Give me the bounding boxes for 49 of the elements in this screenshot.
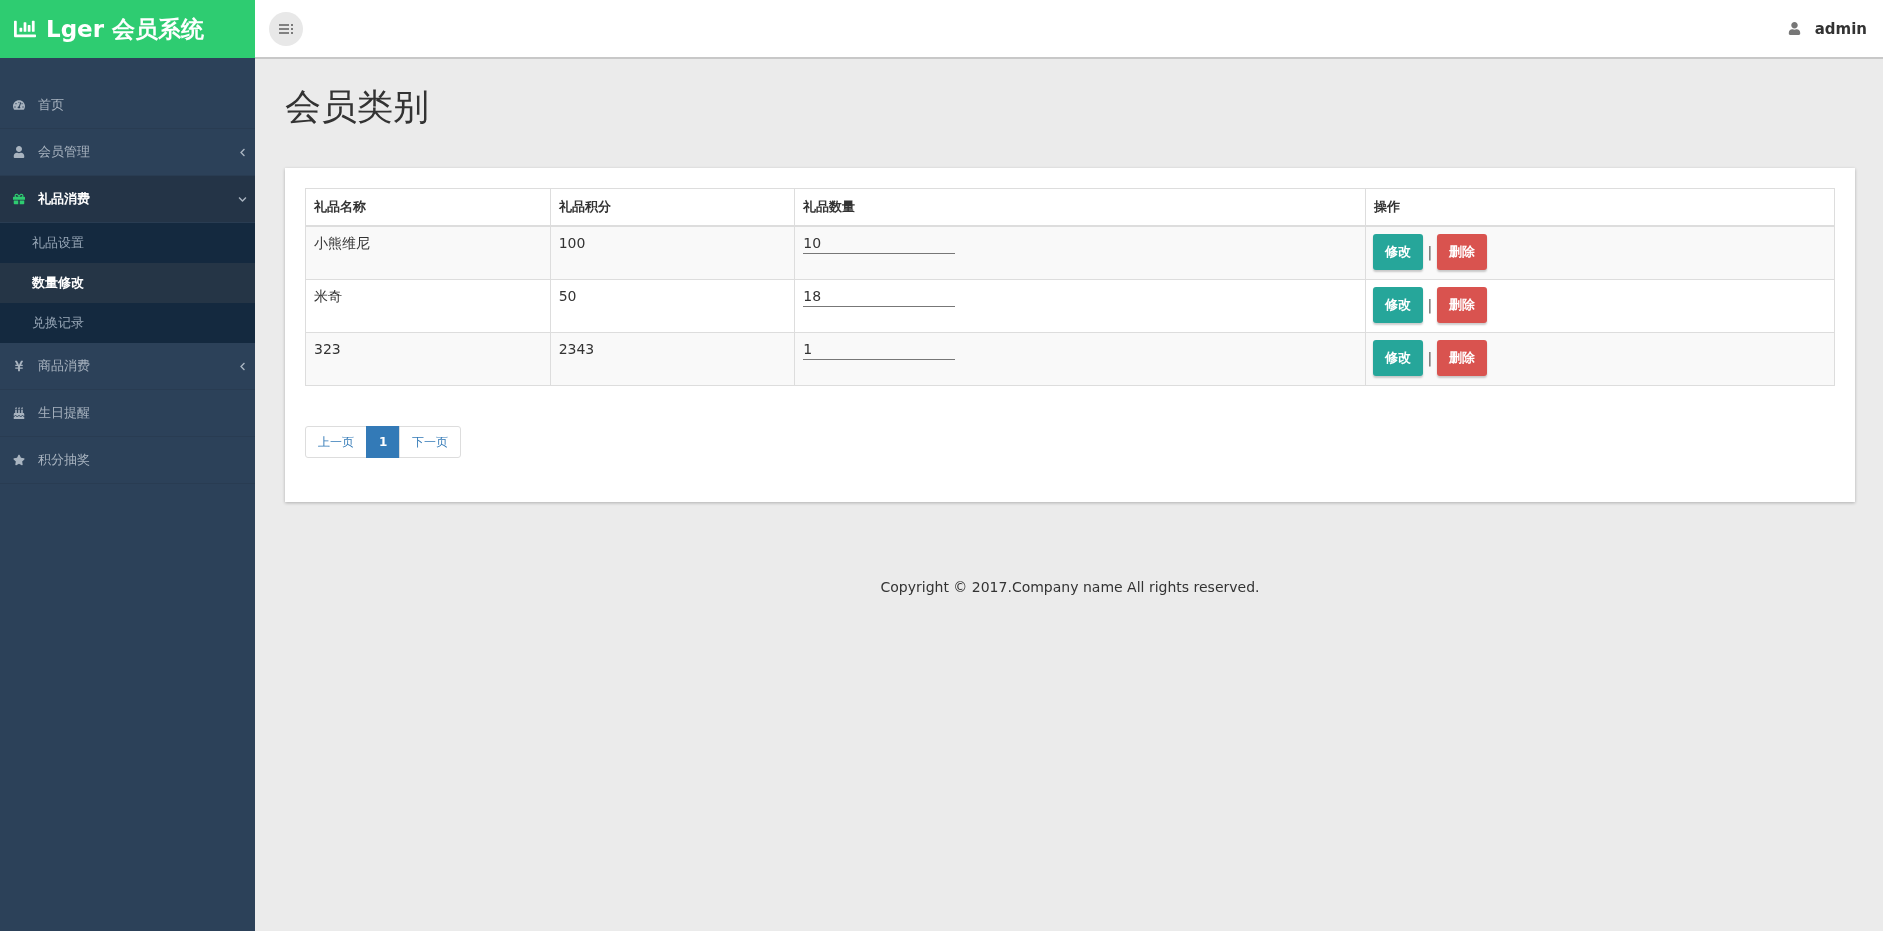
copyright-text: Copyright © 2017.Company name All rights reserved. — [879, 579, 1261, 595]
cake-icon — [12, 407, 26, 419]
prev-page-button[interactable]: 上一页 — [305, 426, 367, 458]
sidebar-label: 商品消费 — [38, 357, 91, 375]
sidebar-label: 礼品消费 — [38, 190, 91, 208]
sidebar-item[interactable]: 商品消费 — [0, 343, 255, 390]
menu-toggle-button[interactable] — [269, 11, 303, 46]
delete-button[interactable]: 删除 — [1437, 340, 1488, 376]
submenu-item[interactable]: 兑换记录 — [0, 303, 255, 343]
sidebar-label: 生日提醒 — [38, 404, 91, 422]
table-cell: 323 — [305, 332, 551, 386]
brand-title: Lger 会员系统 — [46, 14, 205, 44]
menu-icon — [279, 23, 293, 34]
table-cell: 小熊维尼 — [305, 226, 551, 280]
delete-button[interactable]: 删除 — [1437, 234, 1488, 270]
quantity-field[interactable]: 10 — [803, 235, 956, 254]
user-icon — [12, 146, 26, 158]
sidebar-label: 积分抽奖 — [38, 451, 91, 469]
edit-button[interactable]: 修改 — [1372, 287, 1423, 323]
dashboard-icon — [12, 99, 26, 111]
submenu-item[interactable]: 礼品设置 — [0, 223, 255, 263]
yen-icon — [12, 360, 26, 372]
bar-chart-icon — [14, 18, 36, 40]
sidebar-label: 首页 — [38, 96, 65, 114]
table-cell: 2343 — [550, 332, 795, 386]
separator: | — [1427, 297, 1433, 313]
delete-button[interactable]: 删除 — [1437, 287, 1488, 323]
sidebar-item[interactable]: 首页 — [0, 82, 255, 129]
table-cell: 100 — [550, 226, 795, 280]
quantity-field[interactable]: 1 — [803, 341, 956, 360]
gift-icon — [12, 193, 26, 205]
sidebar-item[interactable]: 礼品消费 — [0, 176, 255, 223]
table-cell: 米奇 — [305, 279, 551, 333]
submenu-item[interactable]: 数量修改 — [0, 263, 255, 303]
sidebar-label: 会员管理 — [38, 143, 91, 161]
page-button[interactable]: 1 — [366, 426, 401, 458]
edit-button[interactable]: 修改 — [1372, 340, 1423, 376]
separator: | — [1427, 350, 1433, 366]
user-name[interactable]: admin — [1814, 19, 1867, 38]
sidebar-item[interactable]: 积分抽奖 — [0, 437, 255, 484]
quantity-field[interactable]: 18 — [803, 288, 956, 307]
user-icon — [1787, 22, 1801, 35]
page-title: 会员类别 — [285, 85, 430, 129]
sidebar-item[interactable]: 生日提醒 — [0, 390, 255, 437]
table-cell: 50 — [550, 279, 795, 333]
next-page-button[interactable]: 下一页 — [399, 426, 462, 458]
star-icon — [12, 454, 26, 466]
separator: | — [1427, 244, 1433, 260]
edit-button[interactable]: 修改 — [1372, 234, 1423, 270]
